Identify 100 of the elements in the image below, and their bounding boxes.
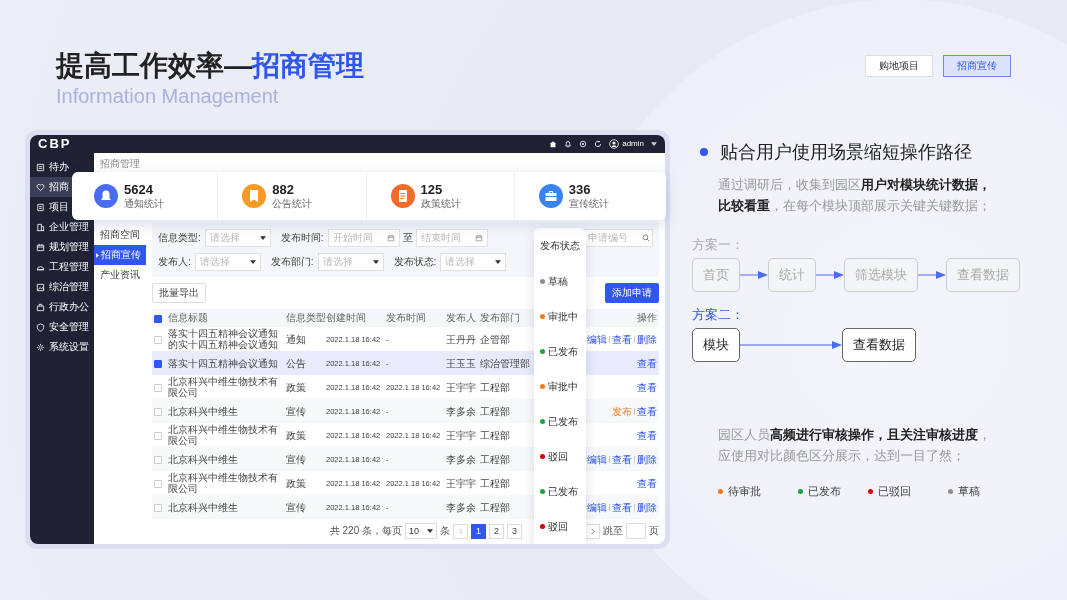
action-link[interactable]: 查看 — [612, 453, 632, 465]
table-cell: 工程部 — [480, 501, 510, 513]
stat-label: 政策统计 — [420, 197, 461, 210]
slide-title-highlight: 招商管理 — [252, 50, 364, 81]
tab[interactable]: 购地项目 — [865, 55, 933, 77]
filter-label: 发布状态: — [393, 255, 437, 269]
sidebar-item[interactable]: 待办 — [30, 157, 72, 177]
table-cell: 李多余 — [446, 501, 476, 513]
stat-value: 336 — [568, 182, 592, 197]
table-cell: 公告 — [286, 357, 306, 369]
popup-title: 发布状态 — [540, 239, 581, 253]
row-checkbox[interactable] — [154, 359, 162, 368]
sidebar-item[interactable]: 综治管理 — [30, 277, 92, 297]
status-label: 草稿 — [548, 274, 568, 289]
page-size-select[interactable]: 10 — [405, 523, 437, 539]
action-link[interactable]: 查看 — [637, 405, 657, 417]
range-separator: 至 — [402, 231, 413, 245]
table-cell: 工程部 — [480, 477, 510, 489]
search-icon[interactable] — [642, 234, 650, 242]
submenu-item[interactable]: 招商宣传 — [94, 245, 146, 265]
caret-icon — [495, 260, 502, 264]
submenu-item[interactable]: 招商空间 — [94, 225, 146, 245]
action-link[interactable]: 删除 — [637, 501, 657, 513]
export-button[interactable]: 批量导出 — [152, 283, 206, 303]
slide-title: 提高工作效率— — [56, 50, 252, 81]
page-unit: 页 — [649, 524, 659, 538]
caret-icon — [427, 529, 433, 533]
action-link[interactable]: 删除 — [637, 453, 657, 465]
column-header: 发布时间 — [386, 312, 426, 323]
action-link[interactable]: 查看 — [637, 429, 657, 441]
caret-icon — [249, 260, 256, 264]
sidebar-item[interactable]: 安全管理 — [30, 317, 92, 337]
table-cell: 落实十四五精神会议通知 — [168, 357, 278, 369]
jump-label: 跳至 — [603, 524, 623, 538]
bell-icon[interactable] — [564, 140, 573, 148]
table-cell: 北京科兴中维生 — [168, 453, 238, 465]
arrow-icon — [740, 340, 842, 350]
status-label: 已发布 — [548, 484, 578, 499]
action-link[interactable]: 查看 — [637, 477, 657, 489]
action-link[interactable]: 查看 — [637, 381, 657, 393]
table-cell: 李多余 — [446, 453, 476, 465]
sidebar-item[interactable]: 企业管理 — [30, 217, 92, 237]
table-cell: 李多余 — [446, 405, 476, 417]
table-cell: 企管部 — [480, 333, 510, 345]
refresh-icon[interactable] — [594, 140, 603, 148]
heart-icon — [36, 182, 45, 192]
select-all-checkbox[interactable] — [154, 314, 162, 323]
sidebar-item[interactable]: 行政办公 — [30, 297, 92, 317]
calendar-icon — [386, 234, 395, 242]
add-button[interactable]: 添加申请 — [605, 283, 659, 303]
table-cell: 北京科兴中维生物技术有限公司 — [168, 424, 278, 446]
table-cell: 王宇宇 — [446, 381, 476, 393]
legend-label: 已驳回 — [878, 484, 911, 499]
action-link[interactable]: 编辑 — [587, 453, 607, 465]
tab[interactable]: 招商宣传 — [943, 55, 1011, 77]
stat-label: 通知统计 — [124, 197, 164, 210]
settings-icon[interactable] — [579, 140, 588, 148]
picture-icon — [36, 282, 45, 292]
page-button[interactable]: 3 — [507, 523, 522, 539]
user-name[interactable]: admin — [622, 139, 644, 149]
legend-label: 待审批 — [728, 484, 761, 499]
page-input[interactable] — [626, 523, 646, 539]
sidebar-item[interactable]: 系统设置 — [30, 337, 92, 357]
page-button[interactable]: 1 — [471, 523, 486, 539]
action-link[interactable]: 查看 — [612, 333, 632, 345]
action-link[interactable]: 查看 — [612, 501, 632, 513]
caret-icon — [259, 236, 266, 240]
status-label: 审批中 — [548, 309, 578, 324]
briefcase-icon — [36, 302, 45, 312]
table-cell: 工程部 — [480, 381, 510, 393]
home-icon[interactable] — [549, 140, 558, 148]
action-link[interactable]: 编辑 — [587, 501, 607, 513]
legend-label: 草稿 — [958, 484, 980, 499]
action-link[interactable]: 删除 — [637, 333, 657, 345]
column-header: 发布部门 — [480, 312, 520, 323]
table-cell: 北京科兴中维生 — [168, 405, 238, 417]
status-label: 驳回 — [548, 519, 568, 534]
stat-value: 882 — [272, 182, 295, 197]
sidebar-item[interactable]: 项目 — [30, 197, 72, 217]
submenu-item[interactable]: 产业资讯 — [94, 265, 146, 285]
action-link[interactable]: 编辑 — [587, 333, 607, 345]
stat-value: 5624 — [124, 182, 154, 197]
sidebar-item[interactable]: 工程管理 — [30, 257, 92, 277]
column-header: 操作 — [637, 312, 657, 323]
filter-label: 信息类型: — [158, 231, 201, 245]
sidebar-item[interactable]: 规划管理 — [30, 237, 92, 257]
table-cell: 王玉玉 — [446, 357, 476, 369]
table-cell: 宣传 — [286, 405, 306, 417]
caret-icon — [372, 260, 379, 264]
caret-icon[interactable] — [651, 142, 657, 146]
table-cell: 政策 — [286, 381, 306, 393]
page-button[interactable]: 2 — [489, 523, 504, 539]
previous-page-button[interactable] — [453, 523, 468, 539]
flow-step: 查看数据 — [842, 328, 916, 362]
flow-step: 查看数据 — [946, 258, 1020, 292]
avatar-icon[interactable] — [609, 139, 620, 149]
list-icon — [36, 162, 45, 172]
sidebar-item[interactable]: 招商 — [30, 177, 72, 197]
action-link[interactable]: 查看 — [637, 357, 657, 369]
status-label: 已发布 — [548, 344, 578, 359]
